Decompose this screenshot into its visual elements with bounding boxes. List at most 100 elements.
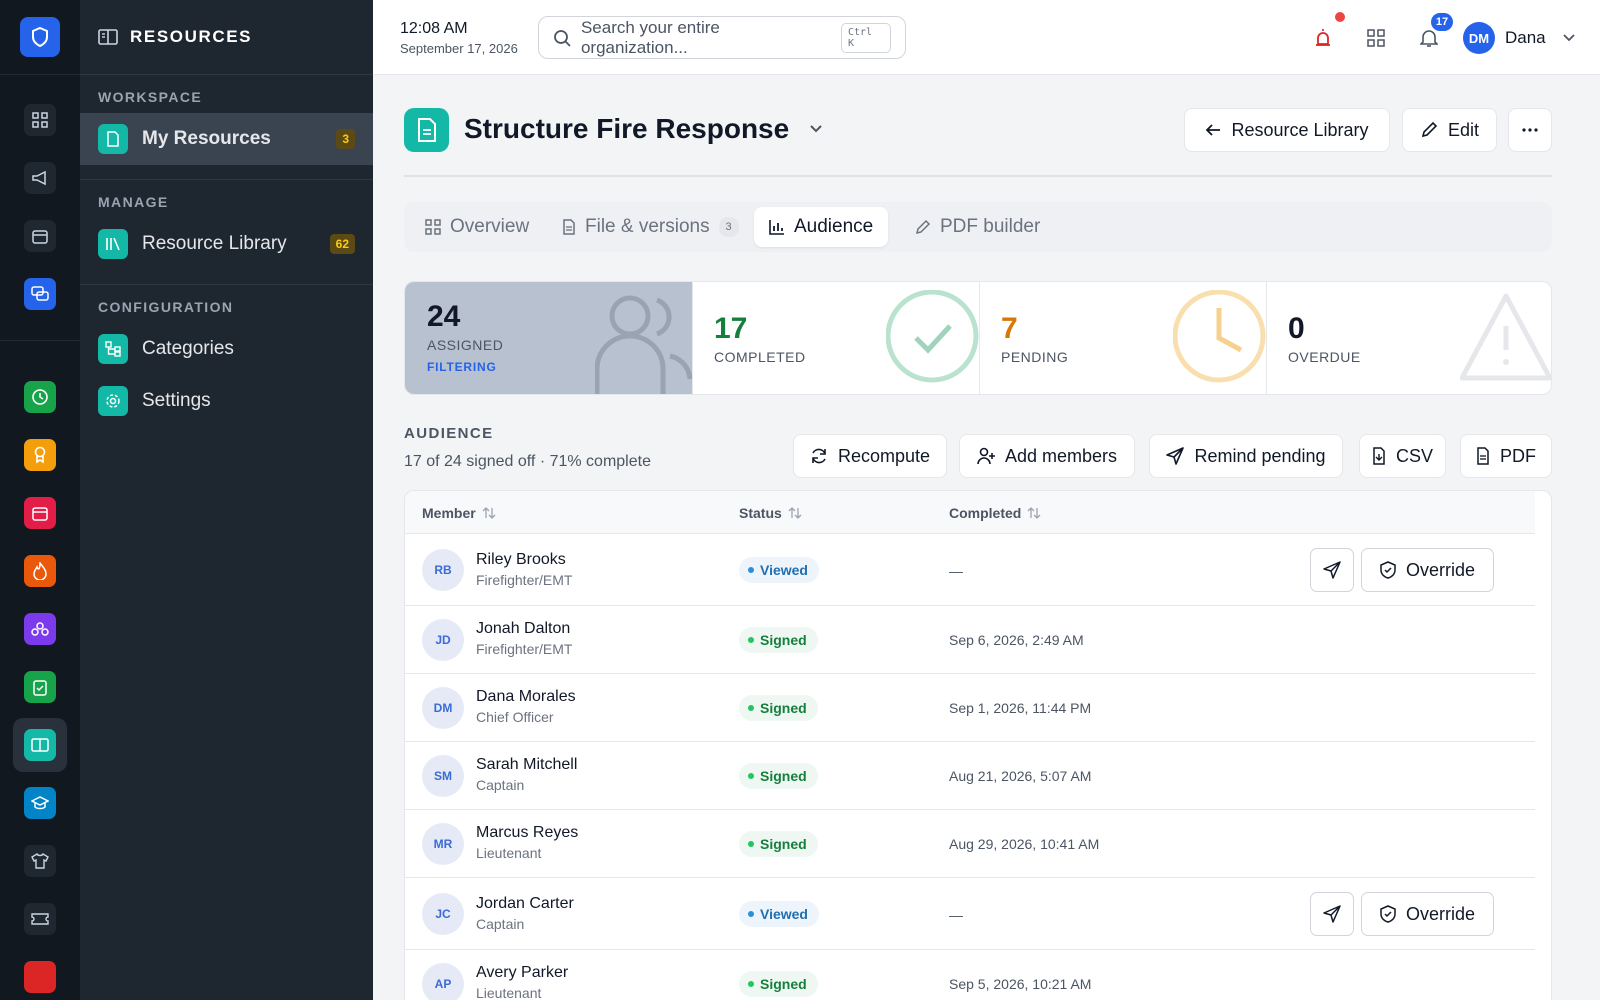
calendar-icon[interactable] bbox=[24, 220, 56, 252]
stat-label: PENDING bbox=[1001, 349, 1069, 365]
calendar-event-icon[interactable] bbox=[24, 497, 56, 529]
ticket-icon[interactable] bbox=[24, 903, 56, 935]
remind-pending-button[interactable]: Remind pending bbox=[1149, 434, 1343, 478]
app-logo-shield-icon[interactable] bbox=[20, 17, 60, 57]
member-name: Jordan Carter bbox=[476, 895, 574, 912]
table-row[interactable]: MR Marcus Reyes Lieutenant Signed Aug 29… bbox=[405, 810, 1535, 878]
dashboard-icon[interactable] bbox=[24, 104, 56, 136]
override-button[interactable]: Override bbox=[1361, 548, 1494, 592]
avatar: SM bbox=[422, 755, 464, 797]
check-circle-icon bbox=[886, 290, 979, 383]
user-plus-icon bbox=[977, 447, 995, 465]
app-rail bbox=[0, 0, 80, 1000]
emergency-siren-icon[interactable] bbox=[1310, 25, 1336, 51]
stat-label: COMPLETED bbox=[714, 349, 806, 365]
stat-card-overdue[interactable]: 0 OVERDUE bbox=[1266, 282, 1551, 394]
alert-icon[interactable] bbox=[24, 961, 56, 993]
flame-icon[interactable] bbox=[24, 555, 56, 587]
status-badge: Signed bbox=[739, 695, 818, 721]
back-to-library-button[interactable]: Resource Library bbox=[1184, 108, 1390, 152]
library-icon bbox=[98, 229, 128, 259]
table-row[interactable]: AP Avery Parker Lieutenant Signed Sep 5,… bbox=[405, 950, 1535, 1000]
resources-icon[interactable] bbox=[24, 729, 56, 761]
completed-date: — bbox=[949, 907, 963, 923]
recompute-button[interactable]: Recompute bbox=[793, 434, 947, 478]
audience-summary: 17 of 24 signed off · 71% complete bbox=[404, 453, 651, 470]
sidebar-item-label: Resource Library bbox=[142, 233, 287, 254]
column-header-completed[interactable]: Completed bbox=[949, 505, 1041, 521]
sidebar-item-categories[interactable]: Categories bbox=[80, 323, 373, 375]
team-icon[interactable] bbox=[24, 613, 56, 645]
sidebar-section-manage: MANAGE Resource Library 62 bbox=[80, 180, 373, 285]
stat-filter-label: FILTERING bbox=[427, 360, 497, 374]
document-icon bbox=[404, 108, 449, 152]
back-button-label: Resource Library bbox=[1231, 119, 1369, 140]
pdf-export-button[interactable]: PDF bbox=[1460, 434, 1552, 478]
table-row[interactable]: SM Sarah Mitchell Captain Signed Aug 21,… bbox=[405, 742, 1535, 810]
user-menu[interactable]: DM Dana bbox=[1463, 22, 1576, 54]
search-input[interactable]: Search your entire organization... Ctrl … bbox=[538, 16, 906, 59]
tab-label: Overview bbox=[450, 216, 530, 237]
graduation-cap-icon[interactable] bbox=[24, 787, 56, 819]
award-icon[interactable] bbox=[24, 439, 56, 471]
stat-card-pending[interactable]: 7 PENDING bbox=[979, 282, 1266, 394]
override-button[interactable]: Override bbox=[1361, 892, 1494, 936]
sidebar-section-configuration: CONFIGURATION Categories Settings bbox=[80, 285, 373, 427]
arrow-left-icon bbox=[1206, 124, 1221, 136]
chat-icon[interactable] bbox=[24, 278, 56, 310]
tab-file-versions[interactable]: File & versions 3 bbox=[547, 207, 754, 247]
megaphone-icon[interactable] bbox=[24, 162, 56, 194]
clock-icon[interactable] bbox=[24, 381, 56, 413]
more-horizontal-icon bbox=[1522, 128, 1538, 132]
member-name: Marcus Reyes bbox=[476, 824, 579, 841]
send-icon bbox=[1166, 447, 1185, 465]
page-title[interactable]: Structure Fire Response bbox=[464, 113, 823, 145]
bar-chart-icon bbox=[769, 220, 784, 235]
csv-export-button[interactable]: CSV bbox=[1359, 434, 1446, 478]
add-members-button[interactable]: Add members bbox=[959, 434, 1135, 478]
table-row[interactable]: RB Riley Brooks Firefighter/EMT Viewed —… bbox=[405, 534, 1535, 606]
resources-book-icon bbox=[98, 29, 118, 45]
table-row[interactable]: JD Jonah Dalton Firefighter/EMT Signed S… bbox=[405, 606, 1535, 674]
table-row[interactable]: JC Jordan Carter Captain Viewed — Overri… bbox=[405, 878, 1535, 950]
resources-sidebar: RESOURCES WORKSPACE My Resources 3 MANAG… bbox=[80, 0, 373, 1000]
file-download-icon bbox=[1373, 447, 1385, 465]
send-reminder-button[interactable] bbox=[1310, 892, 1354, 936]
avatar: MR bbox=[422, 823, 464, 865]
tab-audience[interactable]: Audience bbox=[754, 207, 889, 247]
alert-dot bbox=[1335, 12, 1345, 22]
avatar: DM bbox=[422, 687, 464, 729]
sidebar-item-settings[interactable]: Settings bbox=[80, 375, 373, 427]
table-header: Member Status Completed bbox=[405, 491, 1535, 534]
apps-grid-icon[interactable] bbox=[1363, 25, 1389, 51]
send-reminder-button[interactable] bbox=[1310, 548, 1354, 592]
column-header-status[interactable]: Status bbox=[739, 505, 802, 521]
table-row[interactable]: DM Dana Morales Chief Officer Signed Sep… bbox=[405, 674, 1535, 742]
sidebar-item-label: My Resources bbox=[142, 128, 271, 149]
tab-pdf-builder[interactable]: PDF builder bbox=[900, 207, 1055, 247]
shirt-icon[interactable] bbox=[24, 845, 56, 877]
send-icon bbox=[1323, 905, 1341, 923]
tab-bar: Overview File & versions 3 Audience PDF … bbox=[404, 202, 1552, 252]
file-icon bbox=[563, 219, 575, 235]
avatar: AP bbox=[422, 963, 464, 1000]
tab-label: PDF builder bbox=[940, 216, 1041, 237]
status-badge: Signed bbox=[739, 971, 818, 997]
sidebar-item-resource-library[interactable]: Resource Library 62 bbox=[80, 218, 373, 270]
status-badge: Signed bbox=[739, 831, 818, 857]
shield-check-icon bbox=[1380, 561, 1396, 579]
categories-icon bbox=[98, 334, 128, 364]
chevron-down-icon bbox=[810, 125, 822, 133]
stat-card-completed[interactable]: 17 COMPLETED bbox=[692, 282, 979, 394]
tab-overview[interactable]: Overview bbox=[410, 207, 544, 247]
sidebar-item-my-resources[interactable]: My Resources 3 bbox=[80, 113, 373, 165]
member-role: Lieutenant bbox=[476, 985, 542, 1000]
edit-button[interactable]: Edit bbox=[1402, 108, 1497, 152]
clipboard-check-icon[interactable] bbox=[24, 671, 56, 703]
search-shortcut: Ctrl K bbox=[840, 22, 891, 53]
stat-card-assigned[interactable]: 24 ASSIGNED FILTERING bbox=[405, 282, 692, 394]
pencil-icon bbox=[915, 219, 931, 235]
avatar: DM bbox=[1463, 22, 1495, 54]
more-options-button[interactable] bbox=[1508, 108, 1552, 152]
column-header-member[interactable]: Member bbox=[422, 505, 496, 521]
